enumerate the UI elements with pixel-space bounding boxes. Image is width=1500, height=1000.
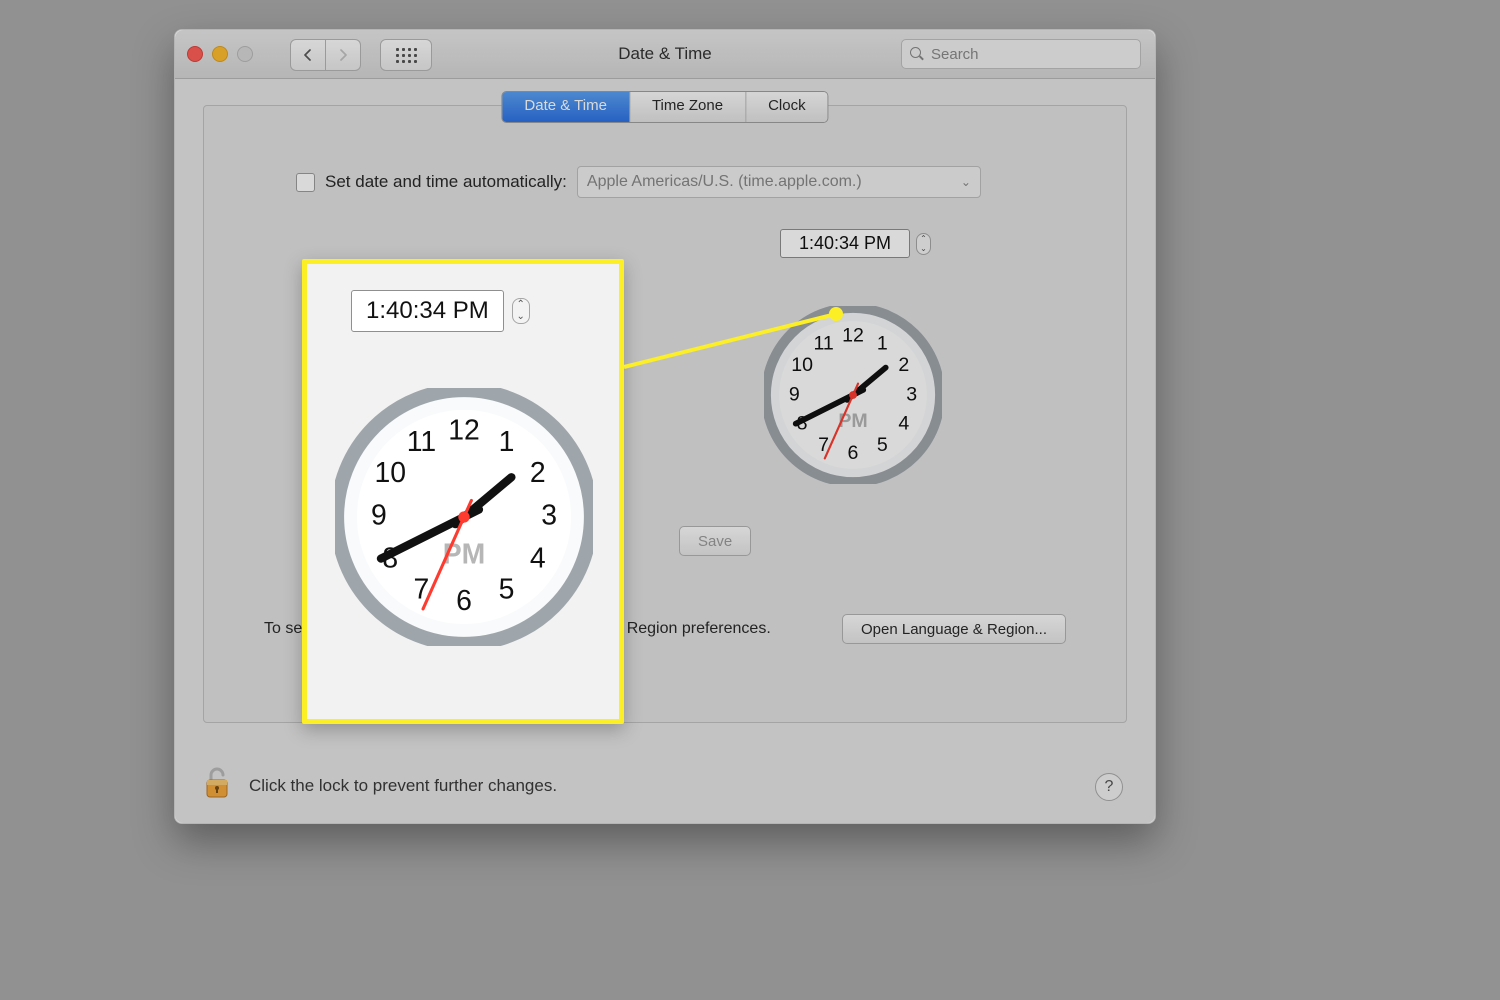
tab-time-zone[interactable]: Time Zone (630, 92, 746, 122)
svg-text:11: 11 (813, 332, 833, 354)
callout-leader-dot (829, 307, 843, 321)
time-stepper[interactable]: ⌃ ⌄ (916, 233, 931, 255)
lock-text: Click the lock to prevent further change… (249, 776, 557, 796)
stepper-down-icon: ⌄ (917, 244, 930, 254)
tab-clock[interactable]: Clock (746, 92, 828, 122)
format-hint-left: To set (264, 620, 307, 638)
stepper-up-icon: ⌃ (917, 234, 930, 244)
chevron-down-icon: ⌄ (961, 175, 971, 189)
svg-text:PM: PM (838, 410, 867, 432)
zoom-callout: 1:40:34 PM ⌃ ⌄ 121234567891011PM (302, 259, 624, 724)
time-server-value: Apple Americas/U.S. (time.apple.com.) (587, 173, 862, 191)
search-field[interactable]: Search (901, 39, 1141, 69)
search-placeholder: Search (931, 46, 979, 63)
svg-text:12: 12 (842, 325, 864, 347)
help-button[interactable]: ? (1095, 773, 1123, 801)
svg-text:10: 10 (374, 457, 406, 489)
lock-row: Click the lock to prevent further change… (203, 766, 1127, 805)
time-field-row: 1:40:34 PM ⌃ ⌄ (780, 229, 931, 258)
svg-text:2: 2 (530, 457, 546, 489)
svg-text:3: 3 (541, 500, 557, 532)
svg-text:9: 9 (371, 500, 387, 532)
tab-segmented-control: Date & Time Time Zone Clock (501, 91, 828, 123)
svg-text:PM: PM (443, 538, 486, 570)
svg-text:3: 3 (906, 383, 917, 405)
titlebar: Date & Time Search (175, 30, 1155, 79)
save-button[interactable]: Save (679, 526, 751, 556)
analog-clock[interactable]: 121234567891011PM (764, 306, 942, 484)
open-language-region-button[interactable]: Open Language & Region... (842, 614, 1066, 644)
time-field[interactable]: 1:40:34 PM (780, 229, 910, 258)
tab-date-and-time[interactable]: Date & Time (502, 92, 630, 122)
time-server-select[interactable]: Apple Americas/U.S. (time.apple.com.) ⌄ (577, 166, 981, 198)
svg-text:4: 4 (530, 542, 546, 574)
time-field-zoom[interactable]: 1:40:34 PM (351, 290, 504, 332)
search-icon (910, 47, 924, 61)
svg-text:9: 9 (789, 383, 800, 405)
stepper-down-icon: ⌄ (513, 311, 529, 323)
time-stepper-zoom[interactable]: ⌃ ⌄ (512, 298, 530, 324)
svg-text:10: 10 (791, 354, 813, 376)
auto-datetime-row: Set date and time automatically: Apple A… (296, 166, 981, 198)
stepper-up-icon: ⌃ (513, 299, 529, 311)
svg-text:11: 11 (407, 426, 436, 458)
svg-text:1: 1 (499, 426, 515, 458)
analog-clock-zoom[interactable]: 121234567891011PM (335, 388, 593, 646)
svg-text:12: 12 (448, 415, 480, 447)
svg-text:5: 5 (877, 434, 888, 456)
svg-text:1: 1 (877, 332, 888, 354)
svg-text:2: 2 (898, 354, 909, 376)
svg-text:6: 6 (456, 585, 472, 617)
format-hint-right: Region preferences. (627, 620, 771, 638)
auto-datetime-label: Set date and time automatically: (325, 172, 567, 192)
auto-datetime-checkbox[interactable] (296, 173, 315, 192)
lock-icon[interactable] (203, 766, 231, 805)
svg-text:4: 4 (898, 413, 909, 435)
svg-text:5: 5 (499, 573, 515, 605)
time-field-row-zoom: 1:40:34 PM ⌃ ⌄ (351, 290, 530, 332)
svg-text:6: 6 (848, 442, 859, 464)
